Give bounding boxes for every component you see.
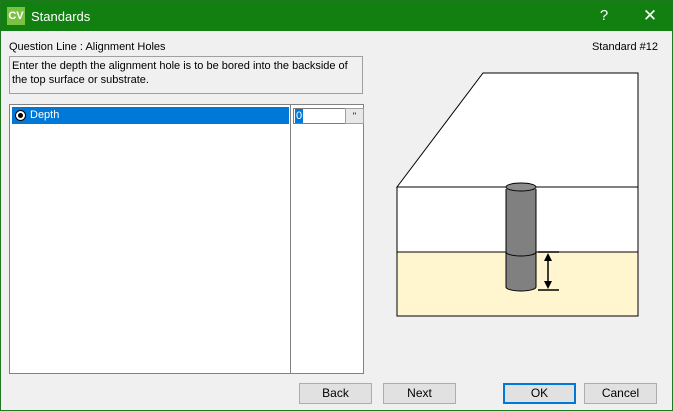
question-line-label: Question Line : Alignment Holes: [9, 41, 166, 53]
question-list: Depth 0 ": [9, 104, 364, 374]
window-title: Standards: [31, 9, 91, 24]
ok-button[interactable]: OK: [503, 383, 576, 404]
back-button[interactable]: Back: [299, 383, 372, 404]
list-item-depth[interactable]: Depth: [12, 107, 289, 124]
depth-value-text: 0: [295, 109, 304, 123]
app-icon: CV: [7, 7, 25, 25]
standard-number-label: Standard #12: [591, 41, 658, 53]
alignment-hole-illustration: [395, 72, 639, 317]
hole-top-ellipse: [505, 182, 537, 192]
radio-selected-icon[interactable]: [15, 110, 26, 121]
unit-button[interactable]: ": [345, 108, 364, 124]
standards-dialog: CV Standards ? ✕ Question Line : Alignme…: [0, 0, 673, 411]
depth-value-input[interactable]: 0: [293, 108, 347, 124]
description-text: Enter the depth the alignment hole is to…: [9, 56, 363, 94]
title-bar: CV Standards ? ✕: [1, 1, 672, 31]
cancel-button[interactable]: Cancel: [584, 383, 657, 404]
alignment-hole-cylinder: [505, 189, 537, 292]
list-item-label: Depth: [30, 109, 60, 121]
next-button[interactable]: Next: [383, 383, 456, 404]
help-button[interactable]: ?: [581, 1, 627, 31]
top-surface-block: [395, 72, 639, 188]
column-divider: [290, 105, 291, 373]
close-button[interactable]: ✕: [627, 1, 673, 31]
